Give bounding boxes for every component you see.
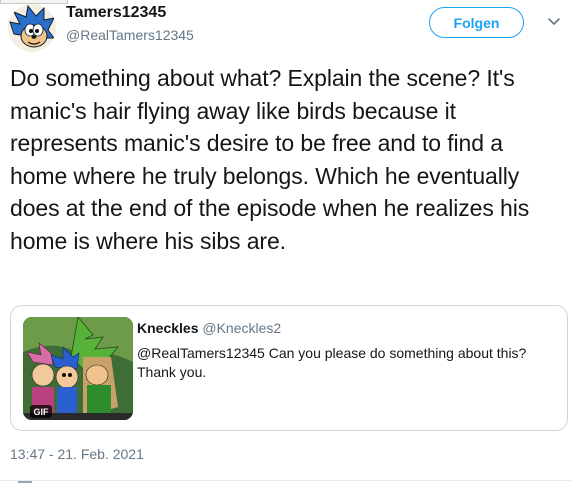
- divider: [0, 480, 571, 481]
- author-name[interactable]: Tamers12345: [66, 4, 166, 22]
- chevron-down-icon[interactable]: [546, 14, 562, 30]
- quoted-author-handle[interactable]: @Kneckles2: [202, 320, 281, 336]
- sonic-avatar-icon: [8, 4, 56, 52]
- quoted-tweet[interactable]: GIF Kneckles @Kneckles2 @RealTamers12345…: [10, 305, 568, 431]
- tweet-text: Do something about what? Explain the sce…: [10, 65, 530, 254]
- quoted-author-name[interactable]: Kneckles: [137, 320, 198, 336]
- tweet-timestamp[interactable]: 13:47 - 21. Feb. 2021: [10, 446, 144, 462]
- quoted-tweet-text: @RealTamers12345 Can you please do somet…: [137, 345, 527, 380]
- author-handle[interactable]: @RealTamers12345: [66, 27, 194, 43]
- follow-button[interactable]: Folgen: [429, 7, 524, 38]
- gif-badge: GIF: [30, 405, 52, 418]
- quoted-author[interactable]: Kneckles @Kneckles2: [137, 320, 281, 336]
- quoted-tweet-gif[interactable]: GIF: [23, 317, 133, 420]
- author-avatar[interactable]: [8, 4, 56, 52]
